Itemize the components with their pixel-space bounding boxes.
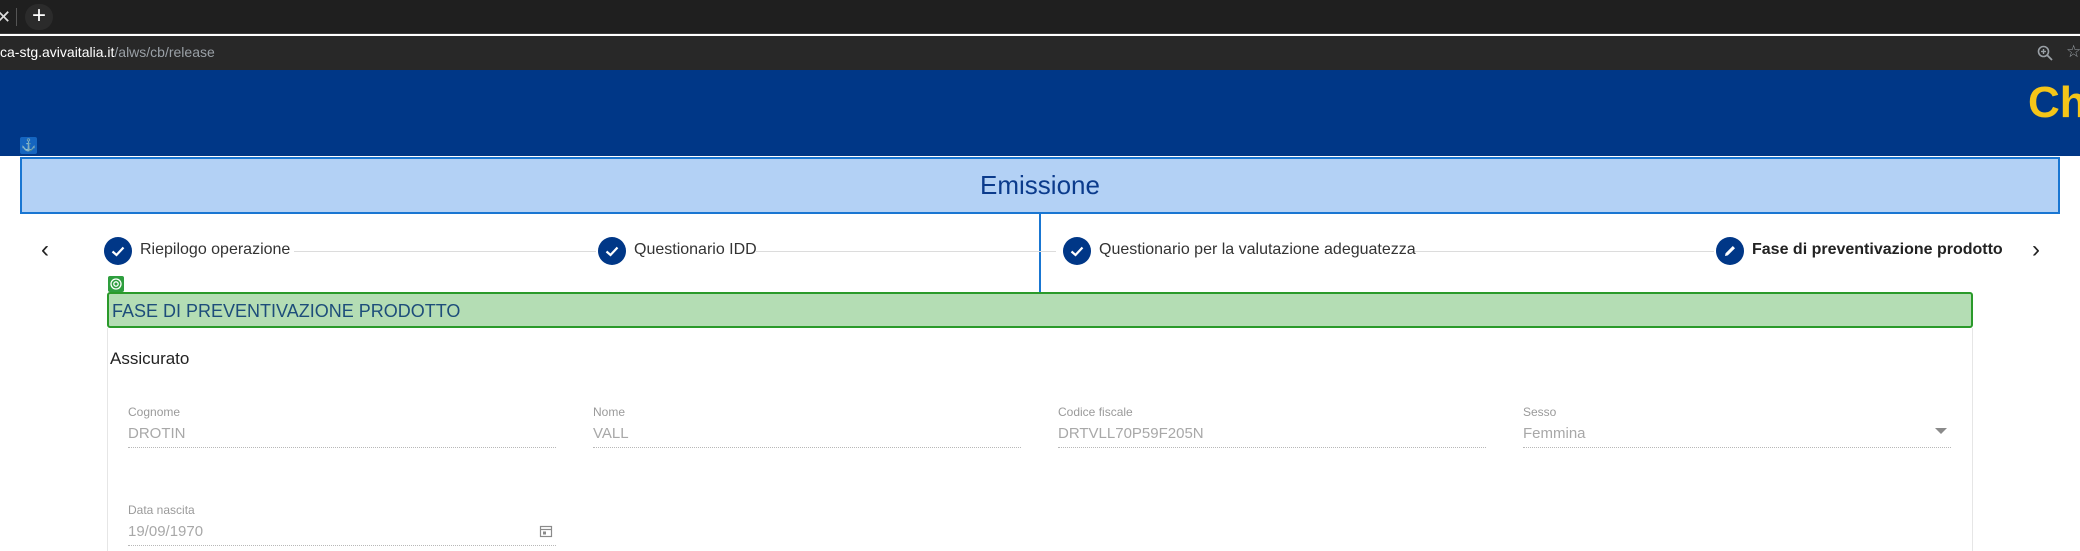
url-text[interactable]: ca-stg.avivaitalia.it/alws/cb/release <box>0 44 215 60</box>
step-label: Riepilogo operazione <box>140 241 291 258</box>
tab-divider <box>16 8 17 26</box>
check-icon <box>598 237 626 265</box>
field-underline <box>128 545 556 546</box>
field-value: VALL <box>593 425 629 442</box>
anchor-icon[interactable]: ⚓ <box>20 137 37 154</box>
field-label: Cognome <box>128 405 181 419</box>
field-value: 19/09/1970 <box>128 523 204 540</box>
step-connector <box>294 251 596 252</box>
calendar-icon[interactable] <box>539 524 553 538</box>
browser-tab-bar: ✕ + <box>0 0 2080 34</box>
insured-title: Assicurato <box>110 349 190 368</box>
insured-card <box>107 328 1973 551</box>
field-label: Sesso <box>1523 405 1557 419</box>
field-label: Codice fiscale <box>1058 405 1133 419</box>
step-connector <box>1414 251 1714 252</box>
check-icon <box>1063 237 1091 265</box>
field-underline <box>1523 447 1951 448</box>
step-label: Questionario per la valutazione adeguate… <box>1099 241 1416 258</box>
url-path: /alws/cb/release <box>114 44 215 60</box>
step-label: Fase di preventivazione prodotto <box>1752 241 2003 258</box>
stepper-prev-button[interactable]: ‹ <box>35 237 55 263</box>
header-brand-text: Ch <box>2028 78 2080 127</box>
zoom-icon[interactable] <box>2036 44 2054 62</box>
dropdown-arrow-icon[interactable] <box>1935 428 1947 434</box>
phase-title: FASE DI PREVENTIVAZIONE PRODOTTO <box>112 301 461 321</box>
field-underline <box>593 447 1021 448</box>
field-value: DROTIN <box>128 425 186 442</box>
field-label: Data nascita <box>128 503 195 517</box>
field-value: Femmina <box>1523 425 1586 442</box>
field-label: Nome <box>593 405 626 419</box>
section-divider-line <box>1039 214 1041 292</box>
step-label: Questionario IDD <box>634 241 757 258</box>
target-icon[interactable] <box>108 276 124 292</box>
check-icon <box>104 237 132 265</box>
url-host: ca-stg.avivaitalia.it <box>0 44 115 60</box>
stepper-next-button[interactable]: › <box>2026 237 2046 263</box>
new-tab-button[interactable]: + <box>25 4 53 30</box>
tab-close-icon[interactable]: ✕ <box>0 6 11 28</box>
section-header: Emissione <box>20 157 2060 214</box>
bookmark-star-icon[interactable]: ☆ <box>2066 42 2080 62</box>
field-underline <box>1058 447 1486 448</box>
field-underline <box>128 447 556 448</box>
step-connector <box>756 251 1056 252</box>
app-header: Ch <box>0 70 2080 156</box>
phase-header: FASE DI PREVENTIVAZIONE PRODOTTO <box>107 292 1973 328</box>
address-bar[interactable]: ca-stg.avivaitalia.it/alws/cb/release ☆ <box>0 36 2080 70</box>
edit-pencil-icon <box>1716 237 1744 265</box>
section-title: Emissione <box>980 170 1100 200</box>
field-value: DRTVLL70P59F205N <box>1058 425 1204 442</box>
